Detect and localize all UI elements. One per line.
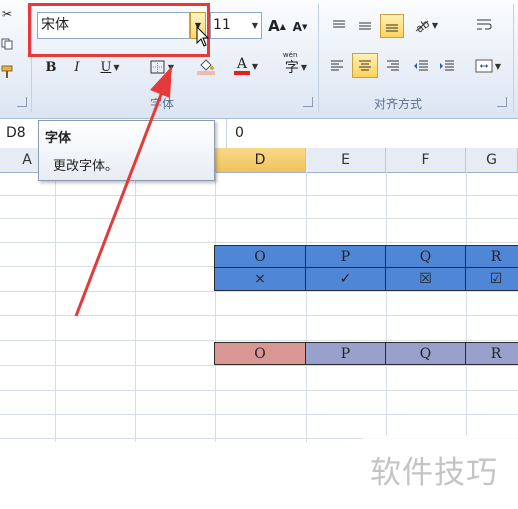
- orientation-button[interactable]: ab ▼: [410, 14, 442, 36]
- table-cell[interactable]: R: [466, 245, 518, 268]
- increase-indent-button[interactable]: [436, 56, 458, 76]
- italic-button[interactable]: I: [68, 58, 86, 76]
- table-cell[interactable]: ×: [214, 268, 306, 291]
- fill-color-button[interactable]: [192, 56, 220, 78]
- watermark: 软件技巧: [362, 435, 518, 499]
- table-cell[interactable]: Q: [386, 245, 466, 268]
- ribbon: ✂ 宋体 ▼ 11 ▼ A ▲ A ▼ B I U ▼ ▼ A ▼ 字 wén ▼ 字体: [0, 0, 518, 119]
- chevron-down-icon: ▼: [251, 21, 258, 30]
- bold-button[interactable]: B: [42, 58, 60, 76]
- phonetic-guide-button[interactable]: 字 wén ▼: [278, 51, 314, 78]
- watermark-text: 软件技巧: [370, 455, 498, 491]
- column-header-f[interactable]: F: [386, 148, 466, 172]
- font-name-box[interactable]: 宋体: [37, 12, 190, 39]
- chevron-down-icon: ▼: [251, 61, 259, 71]
- font-tooltip: 字体 更改字体。: [38, 120, 215, 181]
- grow-font-button[interactable]: A ▲: [268, 16, 286, 36]
- chevron-down-icon: ▼: [431, 20, 439, 30]
- table-cell[interactable]: P: [306, 245, 386, 268]
- formula-input[interactable]: 0: [226, 119, 518, 148]
- chevron-down-icon: ▼: [494, 61, 502, 71]
- chevron-down-icon: ▼: [167, 62, 175, 72]
- column-header-d[interactable]: D: [215, 148, 306, 172]
- table-cell[interactable]: O: [214, 342, 306, 365]
- tooltip-title: 字体: [45, 131, 72, 146]
- shrink-font-button[interactable]: A ▼: [292, 18, 308, 36]
- font-launcher-icon[interactable]: [303, 97, 313, 107]
- column-header-g[interactable]: G: [466, 148, 518, 172]
- align-middle-button[interactable]: [354, 16, 376, 36]
- table-cell[interactable]: ✓: [306, 268, 386, 291]
- name-box[interactable]: D8: [0, 119, 36, 148]
- cut-icon[interactable]: ✂: [0, 6, 14, 22]
- align-top-button[interactable]: [328, 16, 350, 36]
- font-size-box[interactable]: 11 ▼: [210, 12, 262, 39]
- align-center-button[interactable]: [352, 53, 378, 78]
- table-cell[interactable]: R: [466, 342, 518, 365]
- format-painter-icon[interactable]: [0, 64, 14, 80]
- align-right-button[interactable]: [382, 56, 404, 76]
- tooltip-description: 更改字体。: [53, 159, 119, 174]
- chevron-down-icon: ▼: [300, 62, 308, 72]
- chevron-down-icon: ▼: [113, 62, 120, 72]
- font-color-button[interactable]: A ▼: [228, 55, 264, 77]
- underline-button[interactable]: U ▼: [95, 58, 125, 76]
- decrease-indent-button[interactable]: [410, 56, 432, 76]
- mouse-cursor-icon: [196, 26, 210, 47]
- align-left-button[interactable]: [326, 56, 348, 76]
- alignment-launcher-icon[interactable]: [497, 97, 507, 107]
- alignment-group-label: 对齐方式: [374, 97, 423, 111]
- table-cell[interactable]: P: [306, 342, 386, 365]
- clipboard-launcher-icon[interactable]: [17, 97, 27, 107]
- font-group-label: 字体: [150, 97, 175, 111]
- table-cell[interactable]: ☒: [386, 268, 466, 291]
- merge-center-button[interactable]: ▼: [470, 56, 506, 76]
- column-header-e[interactable]: E: [306, 148, 386, 172]
- align-bottom-button[interactable]: [380, 14, 404, 38]
- border-button[interactable]: ▼: [144, 58, 180, 76]
- copy-icon[interactable]: [0, 36, 14, 52]
- table-cell[interactable]: Q: [386, 342, 466, 365]
- wrap-text-button[interactable]: [472, 14, 496, 36]
- table-cell[interactable]: O: [214, 245, 306, 268]
- table-cell[interactable]: ☑: [466, 268, 518, 291]
